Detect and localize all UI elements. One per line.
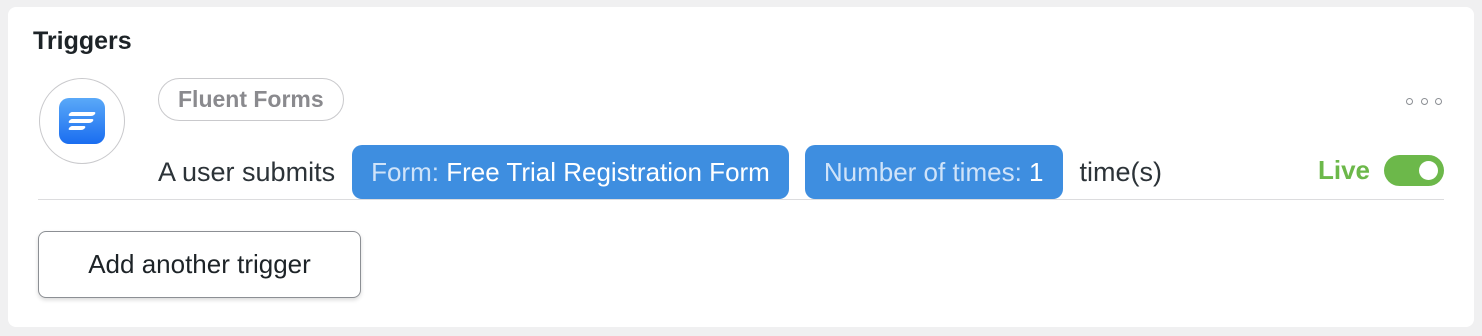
ellipsis-dot [1420,97,1428,105]
trigger-sentence: A user submits Form: Free Trial Registra… [158,145,1162,199]
panel-title: Triggers [33,27,132,55]
app-name-pill: Fluent Forms [158,78,344,121]
form-token-value: Free Trial Registration Form [446,156,770,187]
times-token[interactable]: Number of times: 1 [804,145,1063,199]
ellipsis-dot [1435,97,1442,105]
trigger-row: Fluent Forms A user submits Form: Free T… [38,77,1444,200]
form-token-key: Form: [371,156,439,187]
add-another-trigger-button[interactable]: Add another trigger [38,231,361,298]
toggle-knob [1419,161,1438,180]
status-label: Live [1317,155,1370,185]
sentence-suffix: time(s) [1079,156,1163,187]
sentence-prefix: A user submits [158,156,336,187]
times-token-value: 1 [1029,156,1044,187]
ellipsis-icon [1406,97,1413,105]
app-logo [39,78,125,164]
triggers-panel: Triggers Fluent Forms A user submits For… [8,7,1474,327]
more-options-button[interactable] [1406,91,1442,111]
live-toggle[interactable] [1384,155,1444,186]
form-token[interactable]: Form: Free Trial Registration Form [352,145,789,199]
trigger-status: Live [1318,155,1444,186]
fluent-forms-logo-icon [59,98,105,144]
times-token-key: Number of times: [823,156,1022,187]
